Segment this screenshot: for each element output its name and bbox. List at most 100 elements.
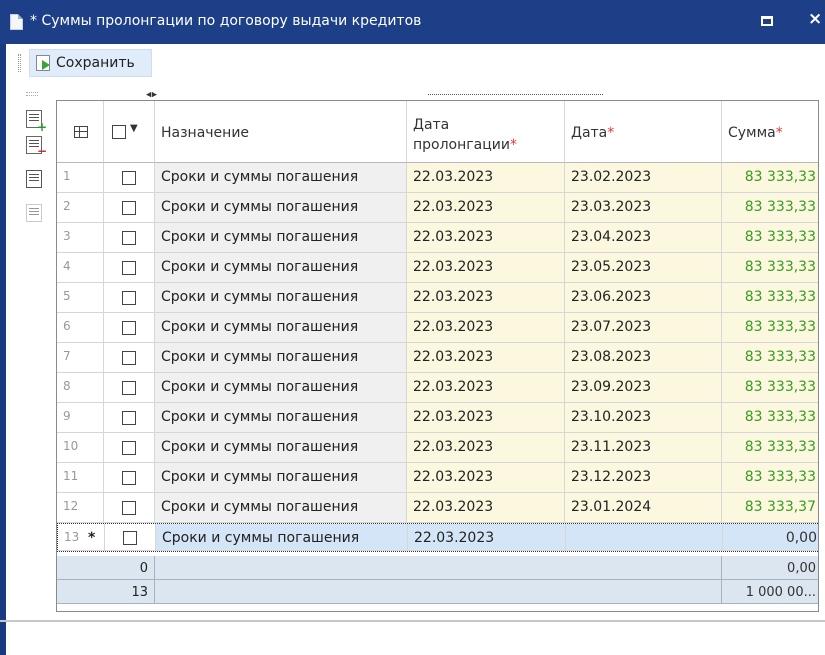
chevron-down-icon[interactable]: ▼ [130, 123, 138, 134]
table-row[interactable]: 1 Сроки и суммы погашения 22.03.2023 23.02.… [57, 163, 818, 193]
copy-row-icon[interactable] [26, 170, 42, 188]
amount-cell[interactable]: 83 333,33 [722, 223, 818, 253]
row-checkbox-cell[interactable] [104, 283, 155, 313]
close-icon[interactable]: × [808, 9, 822, 29]
date-cell[interactable] [566, 524, 723, 551]
header-select-all[interactable]: ▼ [104, 101, 155, 163]
date-cell[interactable]: 23.03.2023 [565, 193, 722, 223]
purpose-cell[interactable]: Сроки и суммы погашения [156, 524, 408, 551]
date-cell[interactable]: 23.05.2023 [565, 253, 722, 283]
prolong-date-cell[interactable]: 22.03.2023 [407, 223, 565, 253]
paste-row-icon[interactable] [26, 204, 42, 222]
header-amount[interactable]: Сумма* [722, 101, 818, 163]
prolong-date-cell[interactable]: 22.03.2023 [407, 343, 565, 373]
purpose-cell[interactable]: Сроки и суммы погашения [155, 463, 407, 493]
row-checkbox[interactable] [122, 411, 136, 425]
purpose-cell[interactable]: Сроки и суммы погашения [155, 313, 407, 343]
row-checkbox-cell[interactable] [104, 193, 155, 223]
amount-cell[interactable]: 83 333,33 [722, 253, 818, 283]
table-row[interactable]: 11 Сроки и суммы погашения 22.03.2023 23.12… [57, 463, 818, 493]
prolong-date-cell[interactable]: 22.03.2023 [407, 193, 565, 223]
amount-cell[interactable]: 83 333,33 [722, 313, 818, 343]
row-checkbox-cell[interactable] [104, 253, 155, 283]
prolong-date-cell[interactable]: 22.03.2023 [407, 433, 565, 463]
prolong-date-cell[interactable]: 22.03.2023 [407, 493, 565, 523]
purpose-cell[interactable]: Сроки и суммы погашения [155, 193, 407, 223]
table-row[interactable]: 8 Сроки и суммы погашения 22.03.2023 23.09.… [57, 373, 818, 403]
date-cell[interactable]: 23.01.2024 [565, 493, 722, 523]
row-checkbox[interactable] [122, 441, 136, 455]
table-row[interactable]: 7 Сроки и суммы погашения 22.03.2023 23.08.… [57, 343, 818, 373]
column-resize-marker[interactable]: ◂ıı▸ [146, 90, 157, 100]
table-row[interactable]: 9 Сроки и суммы погашения 22.03.2023 23.10.… [57, 403, 818, 433]
header-prolong-date[interactable]: Дата пролонгации* [407, 101, 565, 163]
delete-row-icon[interactable] [26, 136, 47, 157]
row-checkbox[interactable] [122, 381, 136, 395]
row-checkbox-cell[interactable] [104, 343, 155, 373]
row-checkbox-cell[interactable] [104, 433, 155, 463]
select-all-checkbox[interactable] [112, 125, 126, 139]
row-checkbox[interactable] [122, 321, 136, 335]
add-row-icon[interactable] [26, 110, 47, 133]
prolong-date-cell[interactable]: 22.03.2023 [408, 524, 566, 551]
new-row[interactable]: 13 * Сроки и суммы погашения 22.03.2023 … [57, 523, 818, 552]
date-cell[interactable]: 23.09.2023 [565, 373, 722, 403]
row-checkbox[interactable] [122, 231, 136, 245]
row-checkbox[interactable] [122, 351, 136, 365]
header-purpose[interactable]: Назначение [155, 101, 407, 163]
save-button[interactable]: Сохранить [29, 49, 152, 77]
row-checkbox-cell[interactable] [105, 524, 156, 551]
row-checkbox[interactable] [122, 501, 136, 515]
amount-cell[interactable]: 83 333,33 [722, 283, 818, 313]
purpose-cell[interactable]: Сроки и суммы погашения [155, 253, 407, 283]
row-checkbox-cell[interactable] [104, 403, 155, 433]
row-checkbox[interactable] [122, 201, 136, 215]
table-row[interactable]: 12 Сроки и суммы погашения 22.03.2023 23.01… [57, 493, 818, 523]
row-checkbox[interactable] [122, 171, 136, 185]
amount-cell[interactable]: 83 333,33 [722, 343, 818, 373]
row-checkbox[interactable] [122, 261, 136, 275]
prolong-date-cell[interactable]: 22.03.2023 [407, 283, 565, 313]
row-checkbox[interactable] [123, 531, 137, 545]
date-cell[interactable]: 23.12.2023 [565, 463, 722, 493]
purpose-cell[interactable]: Сроки и суммы погашения [155, 223, 407, 253]
amount-cell[interactable]: 0,00 [723, 524, 818, 551]
header-date[interactable]: Дата* [565, 101, 722, 163]
purpose-cell[interactable]: Сроки и суммы погашения [155, 403, 407, 433]
purpose-cell[interactable]: Сроки и суммы погашения [155, 283, 407, 313]
table-row[interactable]: 10 Сроки и суммы погашения 22.03.2023 23.11… [57, 433, 818, 463]
amount-cell[interactable]: 83 333,37 [722, 493, 818, 523]
table-row[interactable]: 6 Сроки и суммы погашения 22.03.2023 23.07.… [57, 313, 818, 343]
row-checkbox[interactable] [122, 291, 136, 305]
date-cell[interactable]: 23.06.2023 [565, 283, 722, 313]
row-checkbox-cell[interactable] [104, 163, 155, 193]
amount-cell[interactable]: 83 333,33 [722, 163, 818, 193]
prolong-date-cell[interactable]: 22.03.2023 [407, 403, 565, 433]
row-checkbox-cell[interactable] [104, 493, 155, 523]
row-checkbox-cell[interactable] [104, 463, 155, 493]
row-checkbox-cell[interactable] [104, 373, 155, 403]
prolong-date-cell[interactable]: 22.03.2023 [407, 253, 565, 283]
date-cell[interactable]: 23.07.2023 [565, 313, 722, 343]
date-cell[interactable]: 23.10.2023 [565, 403, 722, 433]
date-cell[interactable]: 23.02.2023 [565, 163, 722, 193]
prolong-date-cell[interactable]: 22.03.2023 [407, 313, 565, 343]
row-checkbox-cell[interactable] [104, 313, 155, 343]
table-row[interactable]: 4 Сроки и суммы погашения 22.03.2023 23.05.… [57, 253, 818, 283]
table-row[interactable]: 2 Сроки и суммы погашения 22.03.2023 23.03.… [57, 193, 818, 223]
purpose-cell[interactable]: Сроки и суммы погашения [155, 493, 407, 523]
amount-cell[interactable]: 83 333,33 [722, 193, 818, 223]
purpose-cell[interactable]: Сроки и суммы погашения [155, 343, 407, 373]
purpose-cell[interactable]: Сроки и суммы погашения [155, 373, 407, 403]
table-row[interactable]: 3 Сроки и суммы погашения 22.03.2023 23.04.… [57, 223, 818, 253]
amount-cell[interactable]: 83 333,33 [722, 403, 818, 433]
date-cell[interactable]: 23.04.2023 [565, 223, 722, 253]
prolong-date-cell[interactable]: 22.03.2023 [407, 163, 565, 193]
header-settings-cell[interactable] [57, 101, 104, 163]
date-cell[interactable]: 23.11.2023 [565, 433, 722, 463]
row-checkbox[interactable] [122, 471, 136, 485]
date-cell[interactable]: 23.08.2023 [565, 343, 722, 373]
amount-cell[interactable]: 83 333,33 [722, 463, 818, 493]
prolong-date-cell[interactable]: 22.03.2023 [407, 373, 565, 403]
prolong-date-cell[interactable]: 22.03.2023 [407, 463, 565, 493]
